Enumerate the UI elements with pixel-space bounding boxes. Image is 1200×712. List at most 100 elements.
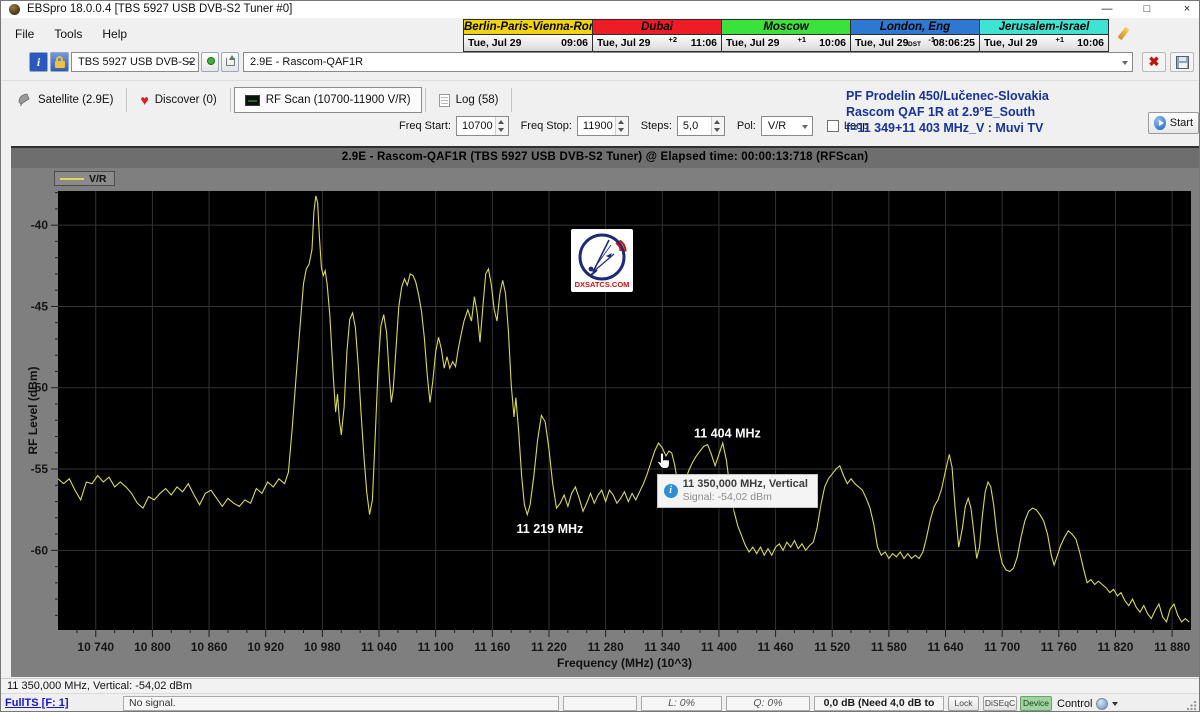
menu-file[interactable]: File [5, 25, 44, 43]
svg-text:11 700: 11 700 [984, 640, 1020, 654]
control-label: Control [1057, 698, 1092, 710]
diseqc-button[interactable]: DiSEqC [983, 696, 1017, 711]
lock-button[interactable] [50, 52, 69, 72]
clock-date: Tue, Jul 29 [984, 37, 1038, 49]
location-pin-button[interactable] [201, 52, 219, 72]
tab-satellite[interactable]: Satellite (2.9E) [7, 87, 123, 113]
import-button[interactable] [221, 52, 239, 72]
menu-tools[interactable]: Tools [44, 25, 92, 43]
clock-city-label: London, Eng [851, 20, 979, 35]
close-button[interactable]: × [1169, 1, 1200, 18]
satellite-dish-icon [17, 93, 32, 107]
chevron-down-icon [802, 125, 808, 129]
spectrum-icon [245, 95, 260, 106]
tab-log[interactable]: Log (58) [429, 87, 509, 113]
freq-stop-label: Freq Stop: [521, 120, 572, 132]
steps-input[interactable]: 5,0 [677, 116, 725, 136]
svg-text:11 880: 11 880 [1154, 640, 1190, 654]
heart-icon: ♥ [140, 93, 148, 107]
svg-text:11 460: 11 460 [758, 640, 794, 654]
clock-dubai: Dubai Tue, Jul 29 +2 11:06 [592, 19, 722, 52]
svg-text:11 580: 11 580 [871, 640, 907, 654]
lock-status-button[interactable]: Lock [948, 696, 979, 711]
tab-log-label: Log (58) [456, 94, 499, 106]
menu-help[interactable]: Help [92, 25, 137, 43]
spinner-buttons[interactable] [615, 117, 628, 135]
tab-discover[interactable]: ♥ Discover (0) [130, 87, 226, 113]
svg-text:11 760: 11 760 [1041, 640, 1077, 654]
info-button[interactable]: i [29, 52, 48, 72]
play-icon [1154, 116, 1166, 130]
empty-status-panel [563, 696, 637, 711]
spinner-buttons[interactable] [711, 117, 724, 135]
svg-text:11 100: 11 100 [418, 640, 454, 654]
clock-city-label: Dubai [593, 20, 721, 35]
minimize-button[interactable]: — [1089, 1, 1125, 18]
svg-text:11 220: 11 220 [531, 640, 567, 654]
steps-label: Steps: [641, 120, 672, 132]
maximize-button[interactable]: □ [1129, 1, 1165, 18]
tuner-select[interactable]: TBS 5927 USB DVB-S2 Tuner [71, 52, 199, 72]
scan-controls: Freq Start: 10700 Freq Stop: 11900 Steps… [387, 115, 873, 137]
note-line-3: f=11 349+11 403 MHz_V : Muvi TV [846, 120, 1049, 136]
clock-jerusalem: Jerusalem-Israel Tue, Jul 29 +1 10:06 [979, 19, 1109, 52]
clock-moscow: Moscow Tue, Jul 29 +1 10:06 [721, 19, 851, 52]
spectrum-plot[interactable]: 10 74010 80010 86010 92010 98011 04011 1… [11, 148, 1199, 677]
freq-start-input[interactable]: 10700 [456, 116, 509, 136]
clock-city-label: Moscow [722, 20, 850, 35]
quality-indicator: Q: 0% [726, 696, 810, 711]
signal-tooltip: i 11 350,000 MHz, Vertical Signal: -54,0… [657, 474, 818, 508]
snr-indicator: 0,0 dB (Need 4,0 dB to LOCK) [814, 696, 944, 711]
title-bar: EBSpro 18.0.0.4 [TBS 5927 USB DVB-S2 Tun… [1, 1, 1199, 18]
freq-start-label: Freq Start: [399, 120, 451, 132]
clock-time: 11:06 [691, 37, 717, 49]
freq-stop-input[interactable]: 11900 [577, 116, 629, 136]
svg-text:11 640: 11 640 [927, 640, 963, 654]
svg-text:-55: -55 [31, 462, 49, 476]
polarity-select[interactable]: V/R [761, 116, 813, 136]
clock-date: Tue, Jul 29 [855, 37, 909, 49]
chevron-down-icon [1122, 61, 1128, 65]
legend-label: V/R [89, 173, 107, 185]
clock-city-label: Jerusalem-Israel [980, 20, 1108, 35]
clock-utc-offset: +1 [797, 35, 806, 44]
control-menu[interactable]: Control [1057, 696, 1118, 711]
svg-text:-45: -45 [31, 299, 49, 313]
hand-cursor-icon [655, 452, 673, 472]
loop-checkbox[interactable] [827, 120, 839, 132]
clock-time: 10:06 [819, 37, 846, 49]
world-clocks: Berlin-Paris-Vienna-Roma Tue, Jul 29 09:… [464, 19, 1109, 52]
svg-text:-60: -60 [31, 543, 49, 557]
svg-text:11 820: 11 820 [1097, 640, 1133, 654]
clock-date: Tue, Jul 29 [468, 37, 522, 49]
clock-city-label: Berlin-Paris-Vienna-Roma [464, 20, 592, 35]
note-line-1: PF Prodelin 450/Lučenec-Slovakia [846, 88, 1049, 104]
spinner-buttons[interactable] [495, 117, 508, 135]
start-button-label: Start [1170, 117, 1193, 129]
save-button[interactable] [1170, 52, 1194, 72]
ebspro-window: EBSpro 18.0.0.4 [TBS 5927 USB DVB-S2 Tun… [0, 0, 1200, 712]
clock-berlin: Berlin-Paris-Vienna-Roma Tue, Jul 29 09:… [463, 19, 593, 52]
clock-utc-offset: +2 [668, 35, 677, 44]
rf-scan-chart: 2.9E - Rascom-QAF1R (TBS 5927 USB DVB-S2… [11, 146, 1199, 677]
clock-utc-offset: +1 [1055, 35, 1064, 44]
fullts-link[interactable]: FullTS [F: 1] [5, 697, 69, 709]
start-button[interactable]: Start [1148, 112, 1199, 134]
device-button[interactable]: Device [1020, 696, 1052, 711]
legend-line-sample [60, 178, 84, 180]
svg-text:11 340: 11 340 [644, 640, 680, 654]
svg-text:10 980: 10 980 [304, 640, 341, 654]
clock-time: 10:06 [1077, 37, 1104, 49]
delete-feed-button[interactable]: ✖ [1142, 52, 1166, 72]
svg-text:11 280: 11 280 [588, 640, 624, 654]
tab-discover-label: Discover (0) [155, 94, 217, 106]
feed-combobox[interactable]: 2.9E - Rascom-QAF1R [243, 52, 1133, 72]
clock-date: Tue, Jul 29 [726, 37, 780, 49]
edit-clocks-icon[interactable] [1118, 27, 1130, 40]
app-icon [9, 4, 20, 15]
tab-rf-scan[interactable]: RF Scan (10700-11900 V/R) [234, 87, 422, 113]
svg-text:Frequency (MHz) (10^3): Frequency (MHz) (10^3) [557, 656, 692, 670]
resize-grip[interactable] [1186, 700, 1197, 711]
svg-text:10 800: 10 800 [134, 640, 171, 654]
pol-label: Pol: [737, 120, 756, 132]
